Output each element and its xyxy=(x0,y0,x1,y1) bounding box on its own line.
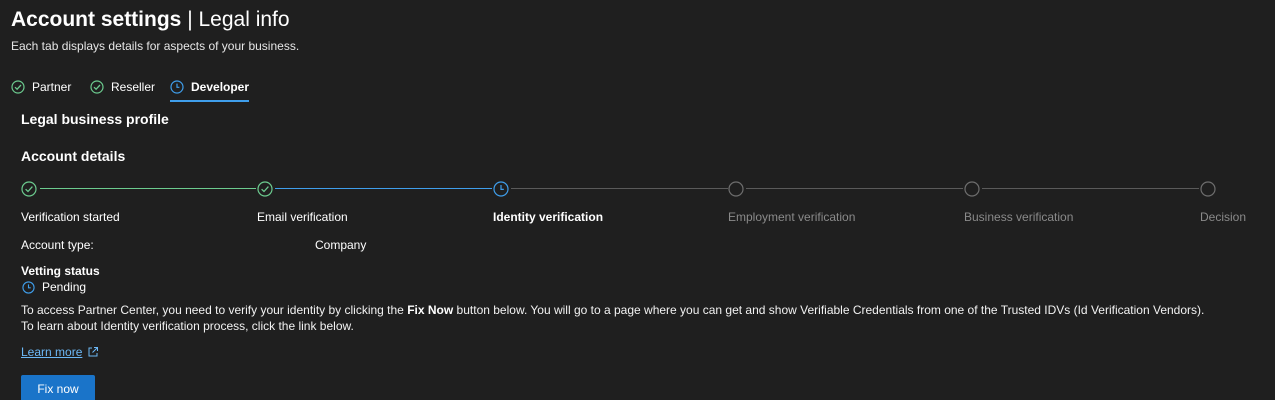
tab-reseller[interactable]: Reseller xyxy=(90,74,155,100)
tab-developer[interactable]: Developer xyxy=(170,74,250,102)
tab-developer-label: Developer xyxy=(191,80,250,94)
page-title-separator: | xyxy=(181,8,199,31)
legal-business-profile-heading: Legal business profile xyxy=(21,111,169,127)
fix-now-button[interactable]: Fix now xyxy=(21,375,95,400)
step-label-verification-started: Verification started xyxy=(21,210,120,224)
step-current-clock-icon xyxy=(493,181,509,197)
page-subtitle: Each tab displays details for aspects of… xyxy=(11,39,300,53)
vetting-message-fix-now: Fix Now xyxy=(407,303,454,317)
stepper-connector xyxy=(40,188,256,189)
vetting-message: To access Partner Center, you need to ve… xyxy=(21,303,1204,318)
step-label-identity-verification: Identity verification xyxy=(493,210,604,224)
clock-icon xyxy=(22,280,35,294)
tab-partner[interactable]: Partner xyxy=(11,74,71,100)
account-type-label: Account type: xyxy=(21,238,94,252)
check-circle-icon xyxy=(90,80,104,94)
tab-reseller-label: Reseller xyxy=(111,80,156,94)
step-label-business-verification: Business verification xyxy=(964,210,1074,224)
stepper-connector xyxy=(746,188,963,189)
step-label-email-verification: Email verification xyxy=(257,210,348,224)
step-complete-icon xyxy=(21,181,37,197)
learn-more-link[interactable]: Learn more xyxy=(21,345,99,359)
page-title: Account settings | Legal info xyxy=(11,6,290,34)
vetting-status-heading: Vetting status xyxy=(21,264,100,278)
account-details-heading: Account details xyxy=(21,148,126,164)
page-title-sub: Legal info xyxy=(198,8,290,31)
vetting-message-line2: To learn about Identity verification pro… xyxy=(21,319,354,333)
step-label-decision: Decision xyxy=(1200,210,1247,224)
step-label-employment-verification: Employment verification xyxy=(728,210,856,224)
page-title-main: Account settings xyxy=(11,8,182,31)
step-pending-icon xyxy=(728,181,744,197)
check-circle-icon xyxy=(11,80,25,94)
learn-more-label: Learn more xyxy=(21,345,83,359)
step-complete-icon xyxy=(257,181,273,197)
stepper-connector xyxy=(511,188,728,189)
stepper-connector xyxy=(982,188,1199,189)
tab-partner-label: Partner xyxy=(32,80,72,94)
vetting-message-prefix: To access Partner Center, you need to ve… xyxy=(21,303,408,317)
vetting-status: Pending xyxy=(21,280,86,294)
vetting-message-suffix: button below. You will go to a page wher… xyxy=(453,303,1205,317)
legal-info-page: Account settings | Legal info Each tab d… xyxy=(0,0,1275,400)
step-pending-icon xyxy=(1200,181,1216,197)
step-pending-icon xyxy=(964,181,980,197)
external-link-icon xyxy=(88,347,99,357)
vetting-status-value: Pending xyxy=(42,280,87,294)
clock-icon xyxy=(170,80,184,94)
verification-stepper xyxy=(21,180,1261,200)
account-type-value: Company xyxy=(315,238,367,252)
stepper-connector xyxy=(275,188,492,189)
